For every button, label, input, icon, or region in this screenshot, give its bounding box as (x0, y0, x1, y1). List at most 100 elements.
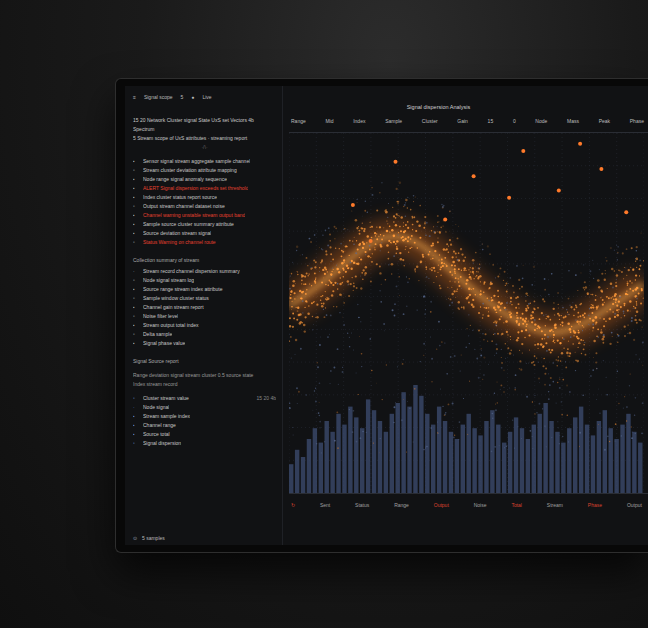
bar (538, 414, 542, 493)
footer-label[interactable]: Status (355, 502, 369, 508)
list-row[interactable]: ▪ALERT Signal dispersion exceeds set thr… (133, 185, 276, 191)
column-label[interactable]: Phase (630, 118, 644, 124)
column-label[interactable]: Sample (385, 118, 402, 124)
list-row[interactable]: ▪Index cluster status report source (133, 194, 276, 200)
list-row[interactable]: ·Stream record channel dispersion summar… (133, 268, 276, 274)
toolbar-item[interactable]: 5 (181, 94, 184, 100)
detail-row[interactable]: ·Node signal (133, 404, 276, 410)
highlight-point[interactable] (599, 167, 603, 171)
detail-row[interactable]: ▫Signal dispersion (133, 440, 276, 446)
list-row[interactable]: ▪Node range signal anomaly sequence (133, 176, 276, 182)
list-row[interactable]: ▫Output stream channel dataset noise (133, 203, 276, 209)
row-icon: · (133, 404, 139, 410)
bar (372, 410, 376, 493)
row-icon: ▪ (133, 194, 139, 200)
status-bar: ⊙5 samples (133, 535, 276, 541)
report-title: Signal Source report (133, 358, 276, 364)
highlight-point[interactable] (369, 239, 373, 243)
desktop: ≡ Signal scope 5 ● Live 15 20 Network Cluster… (0, 0, 648, 628)
list-row[interactable]: ▫Status Warning on channel route (133, 239, 276, 245)
row-icon: ▪ (133, 212, 139, 218)
list-row[interactable]: ▪Sample source cluster summary attribute (133, 221, 276, 227)
bar (532, 425, 536, 493)
bar (490, 410, 494, 493)
list-row[interactable]: ▫Node signal stream log (133, 277, 276, 283)
list-row[interactable]: ▪Source deviation stream signal (133, 230, 276, 236)
detail-row[interactable]: ▫Cluster stream value15 20 4b (133, 395, 276, 401)
footer-label[interactable]: Output (434, 502, 449, 508)
primary-list: ▪Sensor signal stream aggregate sample c… (133, 158, 276, 245)
detail-row[interactable]: ▪Stream sample index (133, 413, 276, 419)
row-icon: ▪ (133, 230, 139, 236)
bar (319, 443, 323, 493)
highlight-point[interactable] (443, 217, 447, 221)
highlight-point[interactable] (472, 174, 476, 178)
bar (478, 435, 482, 493)
highlight-point[interactable] (521, 149, 525, 153)
bar (591, 435, 595, 493)
column-label[interactable]: Cluster (422, 118, 438, 124)
highlight-point[interactable] (557, 189, 561, 193)
list-row[interactable]: ▫Stream cluster deviation attribute mapp… (133, 167, 276, 173)
column-label[interactable]: Range (291, 118, 306, 124)
bar (301, 457, 305, 493)
footer-label[interactable]: ↻ (291, 502, 295, 508)
footer-label[interactable]: Noise (474, 502, 487, 508)
column-label[interactable]: Node (535, 118, 547, 124)
column-label[interactable]: Index (353, 118, 365, 124)
highlight-point[interactable] (624, 210, 628, 214)
chart-columns: Range Mid Index Sample Cluster Gain 15 0 Node Mas… (289, 118, 648, 133)
bar (461, 425, 465, 493)
toolbar-item[interactable]: Signal scope (144, 94, 173, 100)
list-row[interactable]: ▪Source range stream index attribute (133, 286, 276, 292)
panel-header: 15 20 Network Cluster signal State UxS s… (133, 117, 276, 150)
footer-label[interactable]: Output (627, 502, 642, 508)
list-row[interactable]: ▪Signal phase value (133, 340, 276, 346)
report-line: Index stream record (133, 381, 276, 387)
chart-panel: Signal dispersion AnalysisRangeMidIndexS… (283, 86, 648, 545)
list-row[interactable]: ▪Stream output total index (133, 322, 276, 328)
column-label[interactable]: Peak (599, 118, 610, 124)
list-row[interactable]: ▫Noise filter level (133, 313, 276, 319)
bar (472, 428, 476, 493)
bar (508, 432, 512, 493)
bar (325, 421, 329, 493)
toolbar-item[interactable]: ≡ (133, 94, 136, 100)
footer-label[interactable]: Phase (588, 502, 602, 508)
detail-row[interactable]: ▪Source total (133, 431, 276, 437)
bar (401, 392, 405, 493)
bar (425, 414, 429, 493)
column-label[interactable]: Mid (325, 118, 333, 124)
list-row[interactable]: ▪Sensor signal stream aggregate sample c… (133, 158, 276, 164)
footer-label[interactable]: Sent (320, 502, 330, 508)
row-icon: ▪ (133, 322, 139, 328)
bar (567, 428, 571, 493)
highlight-point[interactable] (507, 196, 511, 200)
list-row[interactable]: ▪Channel warning unstable stream output … (133, 212, 276, 218)
column-label[interactable]: Mass (567, 118, 579, 124)
row-icon: ▪ (133, 431, 139, 437)
highlight-point[interactable] (578, 142, 582, 146)
column-label[interactable]: 0 (513, 118, 516, 124)
side-panel: ≡ Signal scope 5 ● Live 15 20 Network Cluster… (125, 86, 283, 545)
bar (360, 428, 364, 493)
list-row[interactable]: ▫Delta sample (133, 331, 276, 337)
detail-value: 15 20 4b (257, 395, 276, 401)
highlight-point[interactable] (394, 160, 398, 164)
column-label[interactable]: Gain (457, 118, 468, 124)
list-row[interactable]: ▫Sample window cluster status (133, 295, 276, 301)
highlight-point[interactable] (351, 203, 355, 207)
bar (313, 428, 317, 493)
band-line (289, 237, 644, 333)
bar (390, 414, 394, 493)
toolbar-item[interactable]: ● (191, 94, 194, 100)
column-label[interactable]: 15 (488, 118, 494, 124)
toolbar-item[interactable]: Live (202, 94, 211, 100)
footer-label[interactable]: Stream (547, 502, 563, 508)
detail-row[interactable]: ▪Channel range (133, 422, 276, 428)
header-line: 15 20 Network Cluster signal State UxS s… (133, 117, 276, 123)
bar (520, 428, 524, 493)
footer-label[interactable]: Range (394, 502, 409, 508)
footer-label[interactable]: Total (511, 502, 522, 508)
list-row[interactable]: ▪Channel gain stream report (133, 304, 276, 310)
